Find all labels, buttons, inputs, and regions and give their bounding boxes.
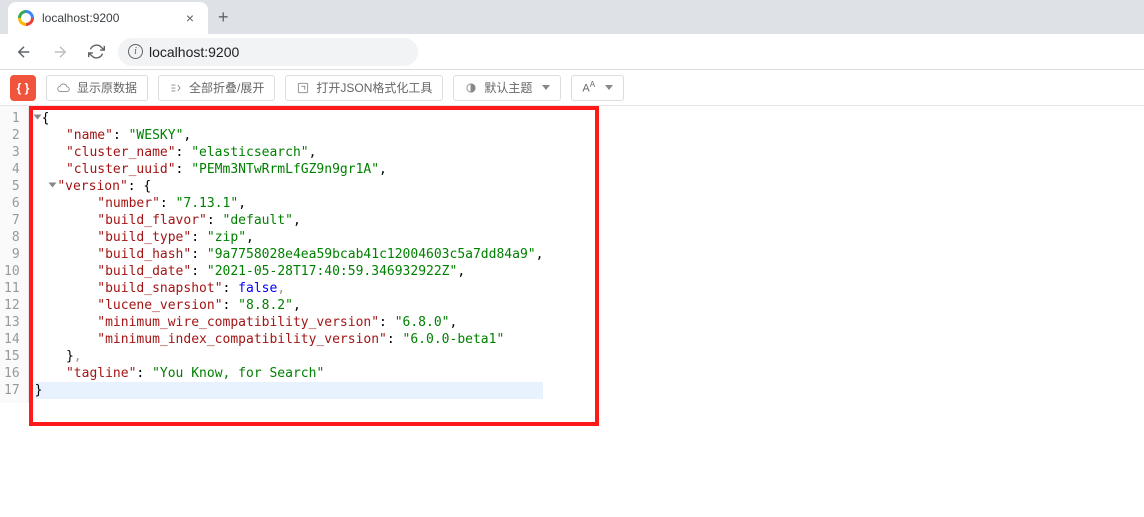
theme-select[interactable]: 默认主题	[453, 75, 561, 101]
line-number: 16	[4, 365, 20, 382]
fold-icon[interactable]	[33, 115, 41, 120]
browser-tab-strip: localhost:9200 × +	[0, 0, 1144, 34]
back-button[interactable]	[10, 38, 38, 66]
font-size-icon: AA	[582, 80, 595, 95]
line-number: 2	[4, 127, 20, 144]
code-line: "lucene_version": "8.8.2",	[35, 297, 544, 314]
line-number: 5	[4, 178, 20, 195]
code-line: "build_snapshot": false,	[35, 280, 544, 297]
show-raw-button[interactable]: 显示原数据	[46, 75, 148, 101]
code-line: }	[35, 382, 544, 399]
json-viewer: 1234567891011121314151617 { "name": "WES…	[0, 106, 1144, 403]
code-line: },	[35, 348, 544, 365]
arrow-right-icon	[51, 43, 69, 61]
info-icon[interactable]: i	[128, 44, 143, 59]
code-line: "build_flavor": "default",	[35, 212, 544, 229]
json-code: { "name": "WESKY", "cluster_name": "elas…	[29, 110, 544, 399]
line-number: 7	[4, 212, 20, 229]
json-viewer-badge-icon[interactable]: { }	[10, 75, 36, 101]
line-number: 1	[4, 110, 20, 127]
reload-button[interactable]	[82, 38, 110, 66]
cloud-icon	[57, 81, 71, 95]
code-line: "minimum_wire_compatibility_version": "6…	[35, 314, 544, 331]
button-label: 打开JSON格式化工具	[316, 79, 432, 96]
line-number: 6	[4, 195, 20, 212]
code-line: "version": {	[35, 178, 544, 195]
button-label: 全部折叠/展开	[189, 79, 264, 96]
font-size-button[interactable]: AA	[571, 75, 624, 101]
line-number: 11	[4, 280, 20, 297]
collapse-icon	[169, 81, 183, 95]
arrow-left-icon	[15, 43, 33, 61]
chevron-down-icon	[605, 85, 613, 90]
code-line: {	[35, 110, 544, 127]
code-area[interactable]: { "name": "WESKY", "cluster_name": "elas…	[29, 106, 544, 403]
close-icon[interactable]: ×	[182, 10, 198, 26]
line-number: 15	[4, 348, 20, 365]
chevron-down-icon	[542, 85, 550, 90]
line-number: 13	[4, 314, 20, 331]
collapse-expand-button[interactable]: 全部折叠/展开	[158, 75, 275, 101]
fold-icon[interactable]	[49, 183, 57, 188]
external-tool-icon	[296, 81, 310, 95]
address-bar: i localhost:9200	[0, 34, 1144, 70]
code-line: "cluster_name": "elasticsearch",	[35, 144, 544, 161]
line-number: 9	[4, 246, 20, 263]
code-line: "number": "7.13.1",	[35, 195, 544, 212]
code-line: "build_date": "2021-05-28T17:40:59.34693…	[35, 263, 544, 280]
theme-icon	[464, 81, 478, 95]
tab-title: localhost:9200	[42, 11, 182, 25]
code-line: "build_type": "zip",	[35, 229, 544, 246]
code-line: "tagline": "You Know, for Search"	[35, 365, 544, 382]
forward-button[interactable]	[46, 38, 74, 66]
line-number: 4	[4, 161, 20, 178]
code-line: "cluster_uuid": "PEMm3NTwRrmLfGZ9n9gr1A"…	[35, 161, 544, 178]
open-formatter-button[interactable]: 打开JSON格式化工具	[285, 75, 443, 101]
line-number: 14	[4, 331, 20, 348]
line-number-gutter: 1234567891011121314151617	[0, 106, 29, 403]
code-line: "name": "WESKY",	[35, 127, 544, 144]
url-text: localhost:9200	[149, 44, 239, 60]
url-box[interactable]: i localhost:9200	[118, 38, 418, 66]
line-number: 12	[4, 297, 20, 314]
button-label: 显示原数据	[77, 79, 137, 96]
line-number: 3	[4, 144, 20, 161]
code-line: "minimum_index_compatibility_version": "…	[35, 331, 544, 348]
extension-toolbar: { } 显示原数据 全部折叠/展开 打开JSON格式化工具 默认主题 AA	[0, 70, 1144, 106]
code-line: "build_hash": "9a7758028e4ea59bcab41c120…	[35, 246, 544, 263]
button-label: 默认主题	[484, 79, 532, 96]
reload-icon	[88, 43, 105, 60]
browser-tab[interactable]: localhost:9200 ×	[8, 2, 208, 34]
new-tab-button[interactable]: +	[208, 7, 239, 28]
line-number: 8	[4, 229, 20, 246]
favicon-icon	[18, 10, 34, 26]
line-number: 10	[4, 263, 20, 280]
line-number: 17	[4, 382, 20, 399]
